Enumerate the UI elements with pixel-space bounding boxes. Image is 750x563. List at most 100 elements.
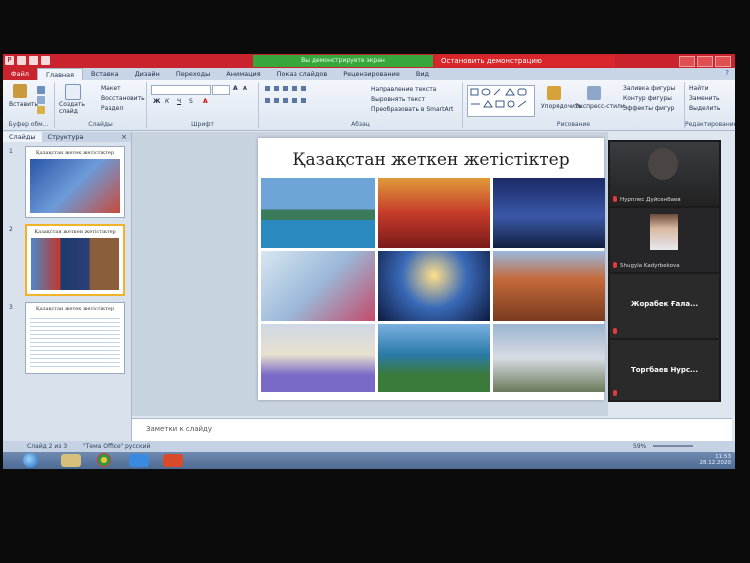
strikethrough-icon[interactable]: S bbox=[189, 98, 193, 105]
convert-smartart-button[interactable]: Преобразовать в SmartArt bbox=[371, 106, 453, 113]
photo-palace-flowers[interactable] bbox=[261, 324, 375, 392]
tab-transitions[interactable]: Переходы bbox=[168, 68, 218, 80]
decrease-indent-icon[interactable] bbox=[283, 86, 288, 91]
tab-view[interactable]: Вид bbox=[408, 68, 437, 80]
align-right-icon[interactable] bbox=[283, 98, 288, 103]
slide-title[interactable]: Қазақстан жеткен жетістіктер bbox=[258, 150, 604, 170]
slides-panel-tabs: Слайды Структура bbox=[3, 132, 131, 142]
line-spacing-icon[interactable] bbox=[301, 86, 306, 91]
photo-baiterek-tower[interactable] bbox=[378, 251, 490, 321]
shape-outline-button[interactable]: Контур фигуры bbox=[623, 95, 672, 102]
align-center-icon[interactable] bbox=[274, 98, 279, 103]
new-slide-button[interactable]: Создать слайд bbox=[59, 101, 91, 115]
participant-tile[interactable]: Жорабек Ғала... bbox=[610, 274, 719, 338]
participant-name: Жорабек Ғала... bbox=[630, 300, 699, 308]
text-direction-button[interactable]: Направление текста bbox=[371, 86, 436, 93]
tab-outline[interactable]: Структура bbox=[42, 132, 90, 142]
help-icon[interactable]: ? bbox=[725, 69, 729, 77]
new-slide-icon[interactable] bbox=[65, 84, 81, 100]
tab-animations[interactable]: Анимация bbox=[218, 68, 268, 80]
layout-button[interactable]: Макет bbox=[101, 85, 121, 92]
photo-mountain-lake[interactable] bbox=[261, 178, 375, 248]
find-button[interactable]: Найти bbox=[689, 85, 708, 92]
font-size-select[interactable] bbox=[212, 85, 230, 95]
shapes-gallery[interactable] bbox=[467, 85, 535, 117]
shape-fill-button[interactable]: Заливка фигуры bbox=[623, 85, 675, 92]
photo-charyn-canyon[interactable] bbox=[493, 251, 605, 321]
reset-button[interactable]: Восстановить bbox=[101, 95, 145, 102]
zoom-app-icon[interactable] bbox=[129, 454, 149, 467]
save-icon[interactable] bbox=[17, 56, 26, 65]
close-panel-icon[interactable]: × bbox=[121, 132, 127, 142]
current-slide[interactable]: Қазақстан жеткен жетістіктер bbox=[258, 138, 605, 400]
maximize-icon[interactable] bbox=[697, 56, 713, 67]
photo-ice-rink[interactable] bbox=[261, 251, 375, 321]
participant-tile[interactable]: Shugyla Kadyrbekova bbox=[610, 208, 719, 272]
photo-mountain-city[interactable] bbox=[493, 324, 605, 392]
close-icon[interactable] bbox=[715, 56, 731, 67]
start-button-icon[interactable] bbox=[23, 453, 38, 468]
chrome-icon[interactable] bbox=[97, 453, 111, 467]
thumbnail-number: 3 bbox=[9, 304, 13, 311]
participant-tile[interactable]: Торгбаев Нурс... bbox=[610, 340, 719, 400]
thumbnail-text bbox=[30, 315, 120, 369]
mic-muted-icon bbox=[613, 328, 617, 334]
quick-styles-icon[interactable] bbox=[587, 86, 601, 100]
slide-canvas: Қазақстан жеткен жетістіктер bbox=[132, 132, 608, 416]
participant-tile[interactable]: Нурплес Дуйсенбаев bbox=[610, 142, 719, 206]
slide-thumbnail-3[interactable]: Қазақстан жетек жетістіктер bbox=[25, 302, 125, 374]
tab-review[interactable]: Рецензирование bbox=[335, 68, 408, 80]
stop-sharing-button[interactable]: Остановить демонстрацию bbox=[435, 55, 615, 67]
photo-grid bbox=[261, 178, 605, 392]
tab-insert[interactable]: Вставка bbox=[83, 68, 127, 80]
powerpoint-taskbar-icon[interactable] bbox=[163, 454, 183, 467]
underline-icon[interactable]: Ч bbox=[177, 98, 181, 105]
thumbnail-title: Қазақстан жеткен жетістіктер bbox=[34, 229, 116, 235]
photo-lake-rock[interactable] bbox=[378, 324, 490, 392]
bullets-icon[interactable] bbox=[265, 86, 270, 91]
grow-font-icon[interactable]: A bbox=[233, 85, 238, 92]
participant-video bbox=[648, 148, 678, 180]
paste-icon[interactable] bbox=[13, 84, 27, 98]
photo-night-city[interactable] bbox=[493, 178, 605, 248]
cut-icon[interactable] bbox=[37, 86, 45, 94]
font-color-icon[interactable]: A bbox=[203, 98, 208, 105]
italic-icon[interactable]: К bbox=[165, 98, 169, 105]
select-button[interactable]: Выделить bbox=[689, 105, 720, 112]
numbering-icon[interactable] bbox=[274, 86, 279, 91]
columns-icon[interactable] bbox=[301, 98, 306, 103]
zoom-slider[interactable] bbox=[653, 445, 693, 447]
zoom-level[interactable]: 59% bbox=[633, 443, 646, 450]
increase-indent-icon[interactable] bbox=[292, 86, 297, 91]
tab-file[interactable]: Файл bbox=[3, 68, 37, 80]
list-buttons bbox=[265, 86, 307, 91]
undo-icon[interactable] bbox=[29, 56, 38, 65]
section-button[interactable]: Раздел bbox=[101, 105, 123, 112]
replace-button[interactable]: Заменить bbox=[689, 95, 720, 102]
align-text-button[interactable]: Выровнять текст bbox=[371, 96, 425, 103]
bold-icon[interactable]: Ж bbox=[153, 98, 160, 105]
file-explorer-icon[interactable] bbox=[61, 454, 81, 467]
shrink-font-icon[interactable]: A bbox=[243, 86, 247, 92]
font-family-select[interactable] bbox=[151, 85, 211, 95]
align-left-icon[interactable] bbox=[265, 98, 270, 103]
paste-button[interactable]: Вставить bbox=[9, 101, 38, 108]
participant-name: Торгбаев Нурс... bbox=[630, 366, 699, 374]
tab-slides[interactable]: Слайды bbox=[3, 132, 42, 142]
language-indicator[interactable]: русский bbox=[125, 443, 150, 450]
photo-poppy-field[interactable] bbox=[378, 178, 490, 248]
notes-pane[interactable]: Заметки к слайду bbox=[132, 418, 732, 441]
minimize-icon[interactable] bbox=[679, 56, 695, 67]
slide-thumbnail-2[interactable]: Қазақстан жеткен жетістіктер bbox=[25, 224, 125, 296]
tab-slide-show[interactable]: Показ слайдов bbox=[269, 68, 336, 80]
quick-styles-button[interactable]: Экспресс-стили bbox=[575, 103, 625, 110]
shape-effects-button[interactable]: Эффекты фигур bbox=[623, 105, 674, 112]
arrange-icon[interactable] bbox=[547, 86, 561, 100]
copy-icon[interactable] bbox=[37, 96, 45, 104]
tab-design[interactable]: Дизайн bbox=[127, 68, 168, 80]
redo-icon[interactable] bbox=[41, 56, 50, 65]
tab-home[interactable]: Главная bbox=[36, 68, 84, 80]
slide-thumbnail-1[interactable]: Қазақстан жетек жетістіктер bbox=[25, 146, 125, 218]
justify-icon[interactable] bbox=[292, 98, 297, 103]
format-painter-icon[interactable] bbox=[37, 106, 45, 114]
